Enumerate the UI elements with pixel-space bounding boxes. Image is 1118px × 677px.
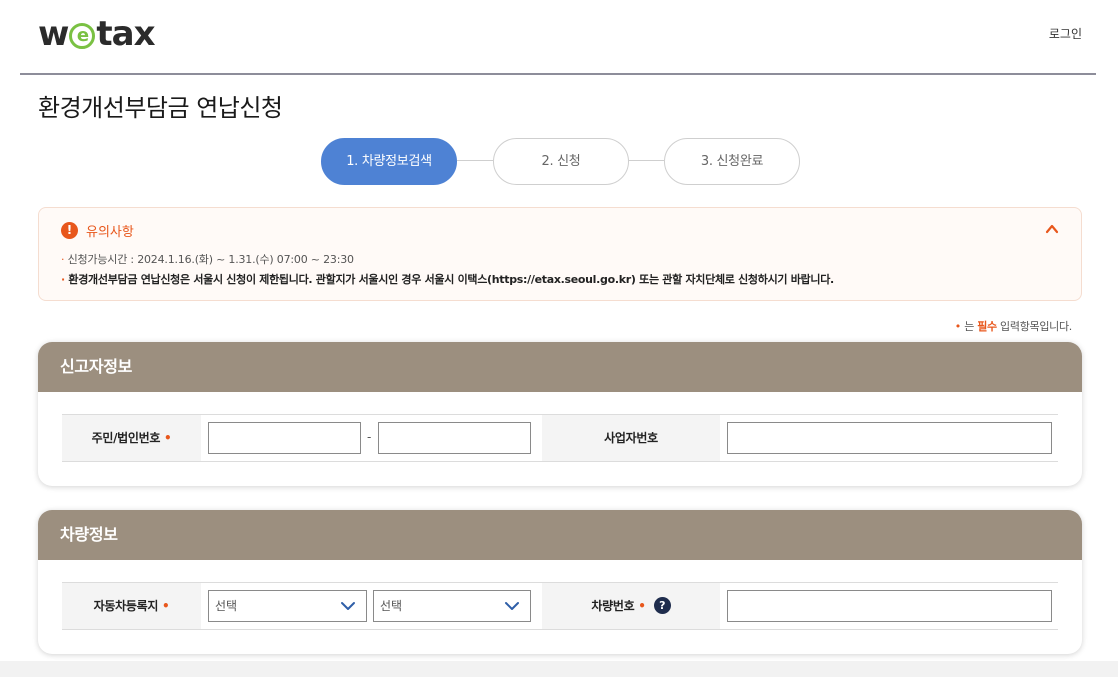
- region-province-select[interactable]: 선택: [208, 590, 367, 622]
- wetax-logo[interactable]: w e tax: [38, 14, 156, 54]
- id-number-part2-input[interactable]: [378, 422, 531, 454]
- notice-header: ! 유의사항: [61, 221, 134, 240]
- reporter-info-panel: 신고자정보 주민/법인번호 • - 사업자번호: [38, 342, 1082, 486]
- chevron-up-icon[interactable]: [1045, 222, 1059, 236]
- warning-icon: !: [61, 222, 78, 239]
- reporter-info-title: 신고자정보: [38, 342, 1082, 392]
- chevron-down-icon: [341, 602, 355, 610]
- step-3-complete: 3. 신청완료: [664, 138, 800, 185]
- business-number-label: 사업자번호: [542, 415, 720, 461]
- logo-e-icon: e: [69, 23, 96, 49]
- region-province-value: 선택: [215, 599, 238, 613]
- id-number-label: 주민/법인번호 •: [62, 415, 201, 461]
- registration-region-label: 자동차등록지 •: [62, 583, 201, 629]
- id-number-dash: -: [367, 430, 372, 444]
- business-number-input[interactable]: [727, 422, 1052, 454]
- page-bottom-band: [0, 661, 1118, 677]
- step-connector: [628, 160, 664, 161]
- required-field-note: • 는 필수 입력항목입니다.: [954, 320, 1073, 333]
- login-link[interactable]: 로그인: [1049, 25, 1082, 42]
- logo-text-tax: tax: [96, 14, 155, 54]
- notice-title: 유의사항: [86, 225, 134, 240]
- notice-box: ! 유의사항 · 신청가능시간 : 2024.1.16.(화) ~ 1.31.(…: [38, 207, 1082, 301]
- step-1-vehicle-search: 1. 차량정보검색: [321, 138, 457, 185]
- reporter-info-row: 주민/법인번호 • - 사업자번호: [62, 414, 1058, 462]
- header-divider: [20, 73, 1096, 75]
- step-connector: [457, 160, 493, 161]
- site-header: w e tax 로그인: [0, 0, 1118, 75]
- notice-application-hours: · 신청가능시간 : 2024.1.16.(화) ~ 1.31.(수) 07:0…: [61, 253, 354, 266]
- plate-number-label: 차량번호 •?: [542, 583, 720, 629]
- notice-seoul-restriction: · 환경개선부담금 연납신청은 서울시 신청이 제한됩니다. 관할지가 서울시인…: [61, 273, 834, 286]
- id-number-part1-input[interactable]: [208, 422, 361, 454]
- chevron-down-icon: [505, 602, 519, 610]
- plate-number-input[interactable]: [727, 590, 1052, 622]
- vehicle-info-row: 자동차등록지 • 선택 선택 차량번호 •?: [62, 582, 1058, 630]
- help-question-icon[interactable]: ?: [653, 597, 671, 614]
- vehicle-info-panel: 차량정보 자동차등록지 • 선택 선택 차량번호 •?: [38, 510, 1082, 654]
- logo-text-w: w: [38, 14, 69, 54]
- vehicle-info-title: 차량정보: [38, 510, 1082, 560]
- step-progress: 1. 차량정보검색 2. 신청 3. 신청완료: [321, 138, 801, 185]
- step-2-apply: 2. 신청: [493, 138, 629, 185]
- page-title: 환경개선부담금 연납신청: [38, 94, 283, 122]
- region-city-select[interactable]: 선택: [373, 590, 531, 622]
- region-city-value: 선택: [380, 599, 403, 613]
